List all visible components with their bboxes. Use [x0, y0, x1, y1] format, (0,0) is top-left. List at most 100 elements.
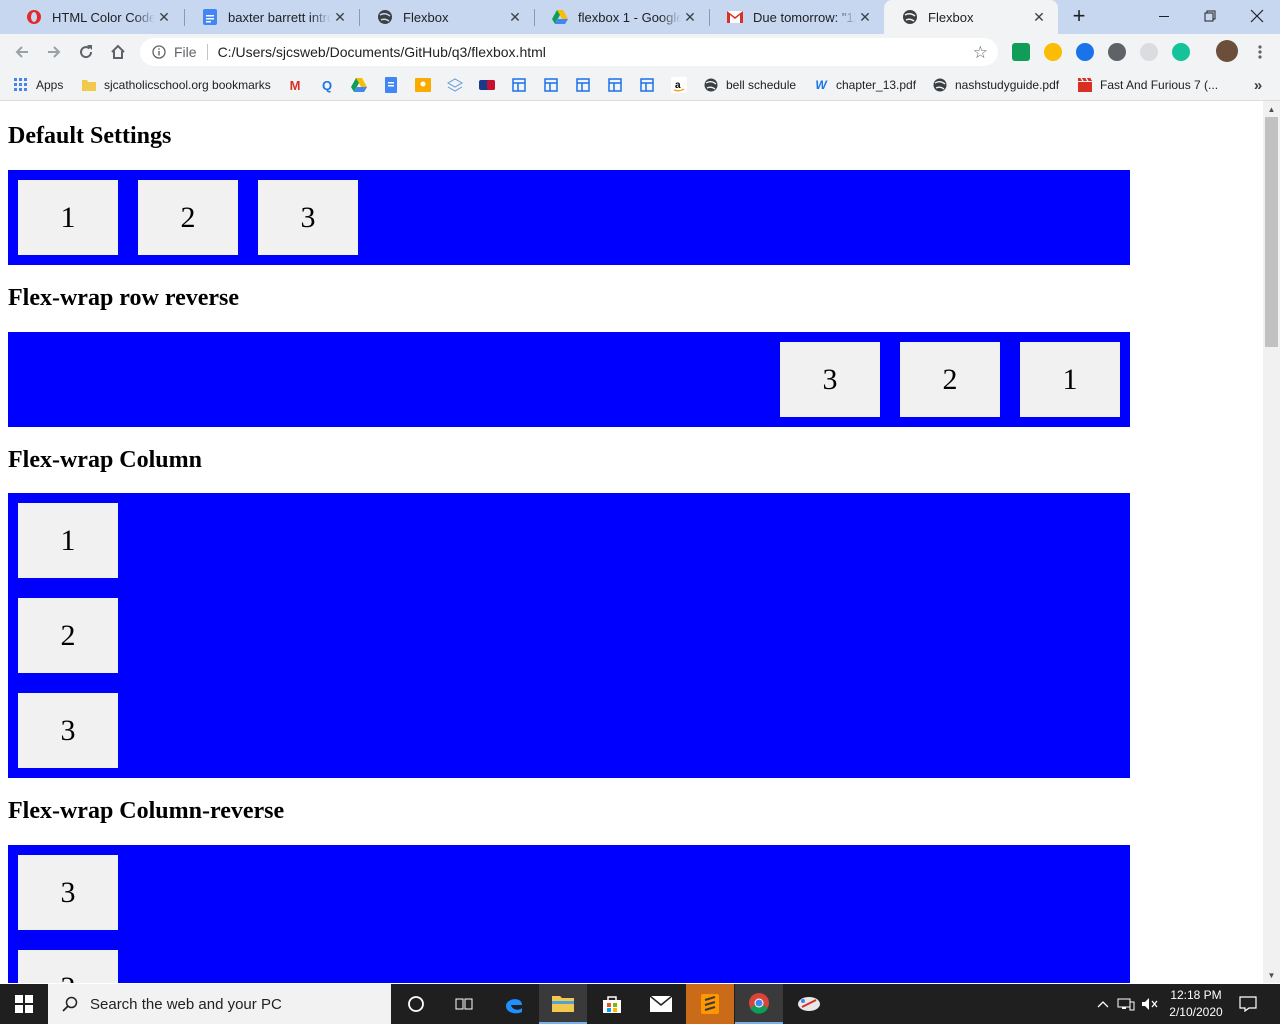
gmail-icon[interactable]: M [287, 77, 303, 93]
restore-icon [1204, 10, 1216, 22]
bookmark-chapter-13[interactable]: W chapter_13.pdf [814, 76, 916, 94]
extension-ublock-icon[interactable] [1108, 43, 1126, 61]
extension-help-icon[interactable] [1140, 43, 1158, 61]
info-icon[interactable] [152, 45, 166, 59]
scrollbar-thumb[interactable] [1265, 117, 1278, 347]
flex-item: 3 [18, 855, 118, 930]
profile-avatar[interactable] [1216, 40, 1238, 62]
reload-icon [80, 45, 93, 59]
taskbar-search-box[interactable]: Search the web and your PC [48, 984, 391, 1024]
store-bag-icon [603, 996, 621, 1013]
windows-taskbar: Search the web and your PC 12:18 PM 2/10… [0, 984, 1280, 1024]
grammarly-icon[interactable] [1172, 43, 1190, 61]
scroll-down-arrow-icon[interactable]: ▼ [1263, 967, 1280, 983]
tab-gmail[interactable]: Due tomorrow: "11.6 ✕ [709, 0, 884, 34]
taskbar-edge[interactable] [490, 984, 538, 1024]
flex-item: 2 [900, 342, 1000, 417]
taskbar-snipping-tool[interactable] [785, 984, 833, 1024]
home-icon [111, 44, 125, 59]
tab-google-drive[interactable]: flexbox 1 - Google D ✕ [534, 0, 709, 34]
bookmark-star-icon[interactable]: ☆ [973, 43, 988, 63]
table-layout-icon[interactable] [543, 77, 559, 93]
extension-shield-icon[interactable] [1076, 43, 1094, 61]
gmail-icon [727, 9, 743, 25]
flex-item: 3 [780, 342, 880, 417]
quizlet-icon[interactable]: Q [319, 77, 335, 93]
google-forms-icon[interactable] [383, 77, 399, 93]
forward-button[interactable] [40, 38, 68, 66]
vertical-scrollbar[interactable]: ▲ ▼ [1263, 101, 1280, 983]
close-icon[interactable]: ✕ [856, 8, 874, 26]
opera-red-icon [26, 9, 42, 25]
flex-item: 2 [18, 950, 118, 983]
amazon-icon[interactable]: a [671, 77, 687, 93]
bookmark-fast-and-furious[interactable]: Fast And Furious 7 (... [1078, 76, 1218, 94]
menu-button[interactable] [1246, 38, 1274, 66]
google-classroom-icon[interactable] [415, 77, 431, 93]
tab-title: HTML Color Codes [52, 9, 155, 25]
bookmark-nashstudyguide[interactable]: nashstudyguide.pdf [933, 76, 1059, 94]
taskbar-store[interactable] [588, 984, 636, 1024]
bookmark-apps[interactable]: Apps [14, 76, 63, 94]
close-icon[interactable]: ✕ [681, 8, 699, 26]
taskbar-file-explorer[interactable] [539, 984, 587, 1024]
flex-container-row-reverse: 3 2 1 [8, 332, 1130, 427]
minimize-button[interactable] [1141, 0, 1187, 32]
edge-icon [506, 999, 522, 1014]
mlb-icon[interactable] [479, 77, 495, 93]
close-icon[interactable]: ✕ [331, 8, 349, 26]
taskbar-mail[interactable] [637, 984, 685, 1024]
snipping-tool-icon [798, 997, 820, 1011]
reload-button[interactable] [72, 38, 100, 66]
omnibox-divider [206, 44, 208, 60]
cortana-circle-icon [408, 996, 424, 1012]
taskbar-chrome[interactable] [735, 984, 783, 1024]
volume-muted-icon[interactable] [1138, 984, 1162, 1024]
network-icon[interactable] [1114, 984, 1138, 1024]
task-view-button[interactable] [440, 984, 488, 1024]
tab-flexbox[interactable]: Flexbox ✕ [359, 0, 534, 34]
address-bar[interactable]: File C:/Users/sjcsweb/Documents/GitHub/q… [140, 38, 998, 66]
section-title-column-reverse: Flex-wrap Column-reverse [8, 798, 285, 824]
bookmark-folder-sjcatholic[interactable]: sjcatholicschool.org bookmarks [82, 76, 271, 94]
home-button[interactable] [104, 38, 132, 66]
bookmark-bell-schedule[interactable]: bell schedule [704, 76, 796, 94]
cortana-button[interactable] [392, 984, 440, 1024]
table-layout-icon[interactable] [511, 77, 527, 93]
table-layout-icon[interactable] [575, 77, 591, 93]
restore-button[interactable] [1187, 0, 1233, 32]
mail-envelope-icon [650, 996, 672, 1012]
url-text[interactable]: C:/Users/sjcsweb/Documents/GitHub/q3/fle… [218, 44, 546, 60]
tab-flexbox-active[interactable]: Flexbox ✕ [884, 0, 1058, 34]
close-window-button[interactable] [1234, 0, 1280, 32]
scroll-up-arrow-icon[interactable]: ▲ [1263, 101, 1280, 117]
forward-arrow-icon [48, 46, 61, 58]
tab-html-color-codes[interactable]: HTML Color Codes ✕ [8, 0, 183, 34]
layers-icon[interactable] [447, 77, 463, 93]
show-hidden-icons-chevron-icon[interactable] [1092, 984, 1114, 1024]
table-layout-icon[interactable] [639, 77, 655, 93]
flex-container-default: 1 2 3 [8, 170, 1130, 265]
table-layout-icon[interactable] [607, 77, 623, 93]
google-classroom-icon[interactable] [1012, 43, 1030, 61]
tab-title: Due tomorrow: "11.6 [753, 9, 856, 25]
search-icon [62, 996, 78, 1012]
new-tab-button[interactable]: + [1068, 3, 1090, 28]
taskbar-clock[interactable]: 12:18 PM 2/10/2020 [1162, 987, 1230, 1021]
close-icon[interactable]: ✕ [155, 8, 173, 26]
taskbar-sublime-text[interactable] [686, 984, 734, 1024]
close-icon[interactable]: ✕ [1030, 8, 1048, 26]
action-center-notification-icon[interactable] [1234, 984, 1262, 1024]
tab-baxter-barrett[interactable]: baxter barrett intro to ✕ [184, 0, 359, 34]
bookmarks-overflow-chevron-icon[interactable]: » [1250, 77, 1266, 94]
tab-title: Flexbox [928, 9, 974, 25]
globe-icon [902, 9, 918, 25]
bookmark-label: nashstudyguide.pdf [955, 78, 1060, 92]
minimize-icon [1159, 16, 1169, 17]
extension-compass-icon[interactable] [1044, 43, 1062, 61]
bookmark-label: bell schedule [726, 78, 797, 92]
start-button[interactable] [0, 984, 48, 1024]
close-icon[interactable]: ✕ [506, 8, 524, 26]
back-button[interactable] [8, 38, 36, 66]
google-drive-icon[interactable] [351, 77, 367, 93]
